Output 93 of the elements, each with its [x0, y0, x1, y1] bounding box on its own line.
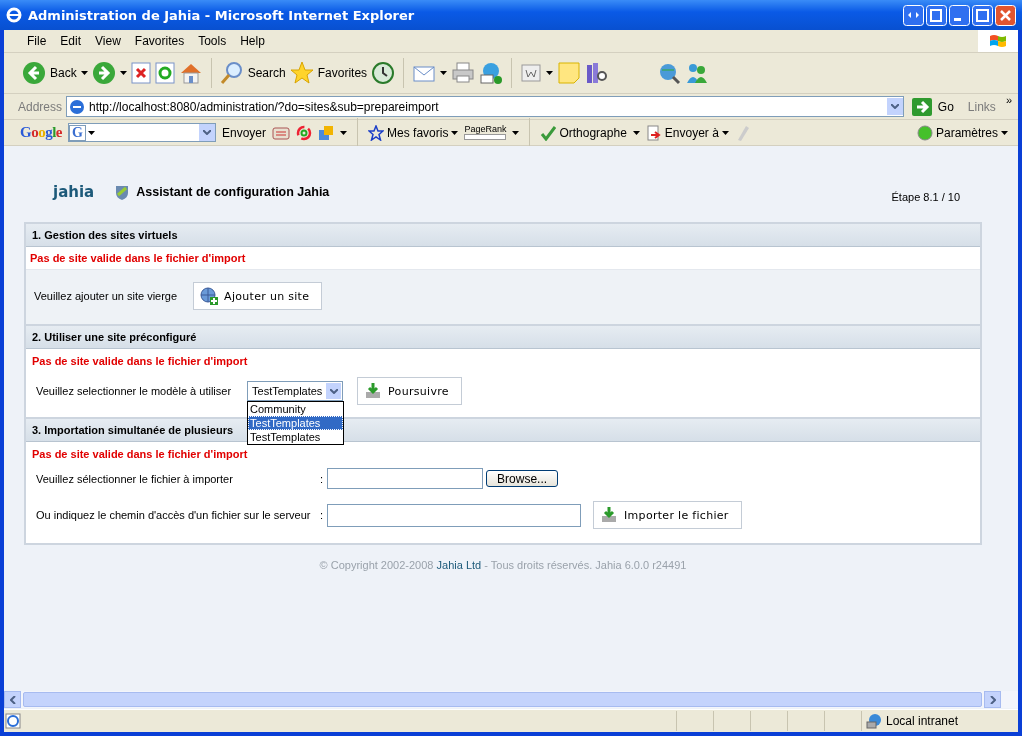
horizontal-scrollbar[interactable]	[4, 691, 1018, 708]
error-message: Pas de site valide dans le fichier d'import	[29, 251, 247, 266]
pagerank-meter: PageRank	[464, 125, 507, 140]
history-icon[interactable]	[371, 61, 396, 85]
search-button[interactable]: Search	[219, 61, 286, 85]
server-path-field[interactable]	[327, 503, 582, 527]
section-heading: 2. Utiliser une site préconfiguré	[26, 324, 980, 349]
field-label: Ou indiquez le chemin d'accès d'un fichier sur le serveur	[36, 509, 312, 521]
caret-icon	[1001, 129, 1008, 136]
orb-icon	[916, 124, 933, 141]
favorites-menu[interactable]: Mes favoris	[368, 124, 459, 141]
window-title: Administration de Jahia - Microsoft Internet Explorer	[28, 7, 416, 23]
copyright-text: © Copyright 2002-2008 Jahia Ltd - Tous droits réservés. Jahia 6.0.0 r24491	[318, 558, 688, 573]
colon-label: :	[320, 472, 324, 485]
template-select[interactable]: TestTemplates	[247, 381, 344, 401]
star-outline-icon	[368, 124, 385, 141]
close-icon[interactable]	[995, 4, 1016, 26]
search-icon	[219, 61, 244, 85]
zone-label: Local intranet	[885, 714, 958, 728]
field-label: Veuillez ajouter un site vierge	[34, 290, 178, 302]
document-icon[interactable]	[520, 63, 543, 83]
favorites-button[interactable]: Favorites	[289, 61, 368, 85]
caret-icon[interactable]	[119, 70, 127, 76]
caret-icon[interactable]	[546, 70, 554, 76]
error-message: Pas de site valide dans le fichier d'import	[31, 447, 249, 462]
people-icon[interactable]	[685, 61, 710, 85]
page-icon	[69, 98, 86, 115]
google-search-field[interactable]: G	[68, 123, 216, 142]
caret-icon[interactable]	[80, 70, 88, 76]
refresh-icon[interactable]	[154, 62, 175, 84]
spiral-icon[interactable]	[296, 124, 313, 141]
scroll-left-icon[interactable]	[9, 695, 16, 704]
field-label: Veuillez sélectionner le fichier à importer	[36, 472, 234, 485]
google-logo[interactable]: Google	[20, 124, 62, 141]
phone-badge-icon[interactable]	[479, 61, 504, 85]
caret-icon	[721, 129, 729, 136]
window-icon[interactable]	[926, 4, 947, 26]
download-icon	[364, 382, 383, 400]
caret-icon[interactable]	[632, 129, 640, 136]
shield-icon	[114, 184, 131, 200]
page-title: Assistant de configuration Jahia	[136, 185, 331, 199]
address-label: Address	[18, 99, 63, 114]
caret-icon[interactable]	[340, 129, 348, 136]
action-button[interactable]: Ajouter un site	[193, 282, 323, 310]
network-icon	[865, 713, 882, 729]
globe-plus-icon	[200, 287, 219, 305]
back-button[interactable]: Back	[22, 61, 77, 85]
jahia-logo: jahia	[53, 183, 95, 201]
action-button[interactable]: Importer le fichier	[593, 501, 742, 529]
star-icon	[289, 61, 314, 85]
caret-icon[interactable]	[440, 70, 448, 76]
send-document-icon	[645, 124, 662, 141]
settings-button[interactable]: Paramètres	[916, 124, 1008, 141]
globe-magnifier-icon[interactable]	[657, 61, 682, 85]
stop-icon[interactable]	[130, 62, 151, 84]
caret-icon	[451, 129, 459, 136]
maximize-icon[interactable]	[972, 4, 993, 26]
go-button[interactable]: Go	[907, 97, 964, 116]
browse-button[interactable]: Browse...	[486, 470, 559, 487]
menu-item[interactable]: File	[20, 34, 54, 48]
dropdown-option[interactable]: Community	[248, 402, 344, 416]
colon-label: :	[320, 509, 324, 521]
dropdown-option[interactable]: TestTemplates	[248, 416, 344, 430]
flag-icon	[989, 33, 1007, 49]
more-button[interactable]: »	[999, 94, 1018, 106]
send-button[interactable]: Envoyer	[222, 125, 267, 140]
step-indicator: Étape 8.1 / 10	[891, 191, 960, 203]
file-path-field[interactable]	[327, 468, 484, 489]
menu-item[interactable]: Edit	[53, 34, 89, 48]
error-message: Pas de site valide dans le fichier d'import	[31, 354, 249, 369]
menu-item[interactable]: Tools	[191, 34, 234, 48]
caret-icon[interactable]	[512, 129, 520, 136]
menu-item[interactable]: Help	[233, 34, 272, 48]
address-field[interactable]: http://localhost:8080/administration/?do=sites&sub=prepareimport	[66, 96, 904, 117]
minimize-icon[interactable]	[949, 4, 970, 26]
arrows-icon[interactable]	[903, 4, 924, 26]
news-icon[interactable]	[272, 124, 291, 141]
check-icon	[540, 124, 557, 141]
company-link[interactable]: Jahia Ltd	[436, 559, 482, 571]
field-label: Veuillez selectionner le modèle à utiliser	[36, 385, 232, 397]
action-button[interactable]: Poursuivre	[357, 377, 462, 405]
books-icon[interactable]	[585, 61, 610, 85]
send-to-button[interactable]: Envoyer à	[645, 124, 729, 141]
scroll-right-icon[interactable]	[989, 695, 996, 704]
links-label[interactable]: Links	[967, 99, 996, 114]
caret-icon[interactable]	[87, 129, 95, 136]
menu-item[interactable]: Favorites	[127, 34, 192, 48]
spelling-button[interactable]: Orthographe	[540, 124, 627, 141]
download-icon	[600, 506, 619, 524]
puzzle-icon[interactable]	[318, 124, 335, 141]
section-heading: 1. Gestion des sites virtuels	[26, 224, 980, 247]
dropdown-option[interactable]: TestTemplates	[248, 430, 344, 444]
menu-item[interactable]: View	[88, 34, 128, 48]
